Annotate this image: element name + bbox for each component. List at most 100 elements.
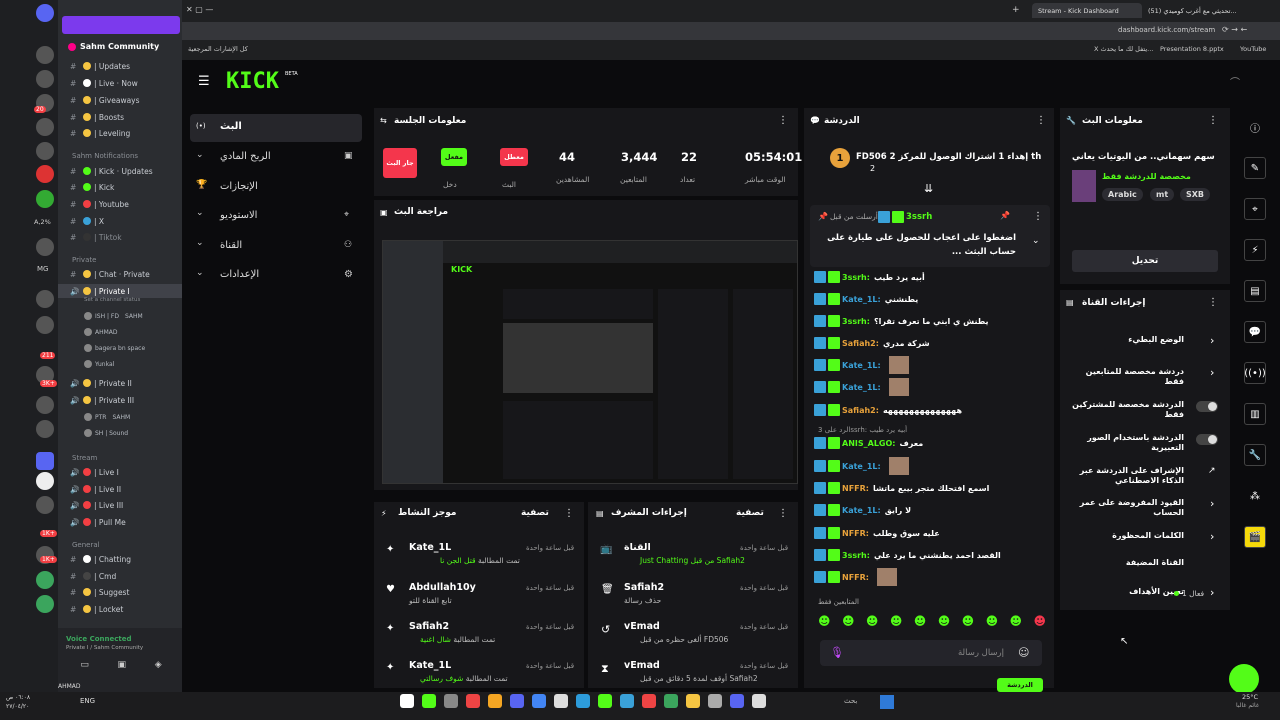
channel-action-label[interactable]: الإشراف على الدردشة عبر الذكاء الاصطناعي xyxy=(1066,466,1184,486)
group-icon[interactable]: ⁂ xyxy=(1244,485,1266,507)
chat-message[interactable]: Kate_1L: xyxy=(814,378,909,396)
channel-x[interactable]: # | X xyxy=(58,214,182,228)
activity-user[interactable]: Kate_1L xyxy=(409,542,451,553)
emote-icon[interactable]: ☻ xyxy=(962,614,975,632)
channel-kick[interactable]: # | Kick xyxy=(58,180,182,194)
chat-message[interactable]: NFFR: اسمع افتحلك متجر بيبع ماتشا xyxy=(814,479,989,497)
video-icon[interactable]: ▭ xyxy=(80,660,89,674)
nav-item-stream[interactable] xyxy=(190,114,362,142)
menu-icon[interactable]: ☰ xyxy=(198,74,210,89)
collapse-icon[interactable]: ⇊ xyxy=(924,182,933,195)
taskbar-app-icon[interactable] xyxy=(664,694,678,708)
voice-user[interactable]: bagera bn space xyxy=(84,344,145,352)
category-notifications[interactable]: Sahm Notifications xyxy=(72,152,138,160)
channel-updates[interactable]: # | Updates xyxy=(58,59,182,73)
bookmark-youtube[interactable]: YouTube xyxy=(1240,45,1266,53)
voice-user[interactable]: PTR SAHM xyxy=(84,413,130,421)
discord-home-icon[interactable] xyxy=(36,4,54,22)
wrench-icon[interactable]: 🔧 xyxy=(1244,444,1266,466)
taskbar-app-icon[interactable] xyxy=(576,694,590,708)
taskbar-app-icon[interactable] xyxy=(510,694,524,708)
server-icon[interactable] xyxy=(36,472,54,490)
mic-icon[interactable]: 🎙 xyxy=(830,646,844,659)
chat-message[interactable]: 3ssrh: أبيه يرد طيب xyxy=(814,268,925,286)
emote-icon[interactable]: ☻ xyxy=(1010,614,1023,632)
chevron-right-icon[interactable]: › xyxy=(1210,586,1214,599)
disabled-button[interactable]: معطل xyxy=(500,148,528,166)
chevron-right-icon[interactable]: › xyxy=(1210,334,1214,347)
more-icon[interactable]: ⋮ xyxy=(1033,211,1043,222)
more-icon[interactable]: ⋮ xyxy=(564,508,574,519)
chat-username[interactable]: 3ssrh: xyxy=(842,273,870,282)
add-server-icon[interactable] xyxy=(36,571,54,589)
enabled-button[interactable]: مفعل xyxy=(441,148,467,166)
chat-username[interactable]: Kate_1L: xyxy=(842,383,881,392)
address-bar[interactable]: dashboard.kick.com/stream xyxy=(1118,26,1215,34)
activity-filter[interactable]: تصفية xyxy=(521,508,549,518)
nav-item-studio[interactable]: الاستوديو xyxy=(220,210,257,221)
chat-username[interactable]: NFFR: xyxy=(842,529,869,538)
server-icon[interactable] xyxy=(36,190,54,208)
discover-icon[interactable] xyxy=(36,595,54,613)
channel-action-label[interactable]: الدردشة باستخدام الصور التعبيرية xyxy=(1066,433,1184,453)
taskbar-app-icon[interactable] xyxy=(400,694,414,708)
pin-icon[interactable]: 📌 xyxy=(1000,211,1010,220)
taskbar-app-icon[interactable] xyxy=(598,694,612,708)
mod-user[interactable]: vEmad xyxy=(624,660,660,671)
chat-username[interactable]: NFFR: xyxy=(842,484,869,493)
channel-private-ii[interactable]: 🔊 | Private II xyxy=(58,376,182,390)
clip-icon[interactable]: 🎬 xyxy=(1244,526,1266,548)
help-chat-icon[interactable] xyxy=(1229,664,1259,694)
external-link-icon[interactable]: ↗ xyxy=(1208,466,1216,476)
chat-username[interactable]: ANIS_ALGO: xyxy=(842,439,895,448)
category-private[interactable]: Private xyxy=(72,256,96,264)
stream-category[interactable]: مخصصة للدردشة فقط xyxy=(1102,172,1191,181)
gift-banner-text[interactable]: FD506 إهداء 1 اشتراك الوصول للمركز 2 th xyxy=(856,152,1041,162)
send-chat-button[interactable]: الدردشة xyxy=(997,678,1043,692)
toggle-switch[interactable] xyxy=(1196,434,1218,445)
channel-status[interactable]: Set a channel status xyxy=(84,297,140,303)
server-icon[interactable] xyxy=(36,142,54,160)
server-icon[interactable] xyxy=(36,238,54,256)
taskbar-app-icon[interactable] xyxy=(730,694,744,708)
server-icon[interactable] xyxy=(36,70,54,88)
bookmark-presentation[interactable]: Presentation 8.pptx xyxy=(1160,45,1224,53)
channel-tiktok[interactable]: # | Tiktok xyxy=(58,230,182,244)
channel-action-label[interactable]: تعيين الأهداف xyxy=(1066,587,1184,597)
taskbar-search[interactable]: بحث xyxy=(844,697,857,705)
chat-username[interactable]: 3ssrh: xyxy=(842,317,870,326)
chat-message[interactable]: Safiah2: ههههههههههههههه xyxy=(814,401,962,419)
chat-message[interactable]: 3ssrh: القصد احمد يطنشني ما يرد علي xyxy=(814,546,1001,564)
channel-action-label[interactable]: الوضع البطيء xyxy=(1066,335,1184,345)
chevron-right-icon[interactable]: › xyxy=(1210,366,1214,379)
emote-icon[interactable]: ☻ xyxy=(914,614,927,632)
server-icon[interactable] xyxy=(36,46,54,64)
tag-chip[interactable]: Arabic xyxy=(1102,188,1143,201)
broadcast-icon[interactable]: ((•)) xyxy=(1244,362,1266,384)
channel-giveaways[interactable]: # | Giveaways xyxy=(58,93,182,107)
category-stream[interactable]: Stream xyxy=(72,454,97,462)
chat-message[interactable]: NFFR: xyxy=(814,568,897,586)
taskbar-app-icon[interactable] xyxy=(554,694,568,708)
taskbar-app-icon[interactable] xyxy=(708,694,722,708)
channel-pull-me[interactable]: 🔊 | Pull Me xyxy=(58,515,182,529)
chat-username[interactable]: Kate_1L: xyxy=(842,462,881,471)
emote-icon[interactable]: ☻ xyxy=(842,614,855,632)
server-icon[interactable]: 20 xyxy=(34,94,54,113)
emote-icon[interactable]: ☻ xyxy=(890,614,903,632)
info-icon[interactable]: ⓘ xyxy=(1244,116,1266,138)
emote-icon[interactable]: ☻ xyxy=(1033,614,1046,632)
chat-input[interactable] xyxy=(820,640,1042,666)
activity-icon[interactable]: ◈ xyxy=(155,660,162,674)
chat-username[interactable]: Kate_1L: xyxy=(842,506,881,515)
taskbar-app-icon[interactable] xyxy=(422,694,436,708)
server-icon[interactable] xyxy=(36,420,54,438)
channel-leveling[interactable]: # | Leveling xyxy=(58,126,182,140)
chat-message[interactable]: Kate_1L: xyxy=(814,457,909,475)
channel-chat-private[interactable]: # | Chat · Private xyxy=(58,267,182,281)
nav-item-settings[interactable]: الإعدادات xyxy=(220,269,259,280)
emote-icon[interactable]: ☻ xyxy=(986,614,999,632)
chat-message[interactable]: Safiah2: شركة مدري xyxy=(814,334,930,352)
channel-action-label[interactable]: دردشة مخصصة للمتابعين فقط xyxy=(1066,367,1184,387)
voice-user[interactable]: AHMAD xyxy=(84,328,118,336)
